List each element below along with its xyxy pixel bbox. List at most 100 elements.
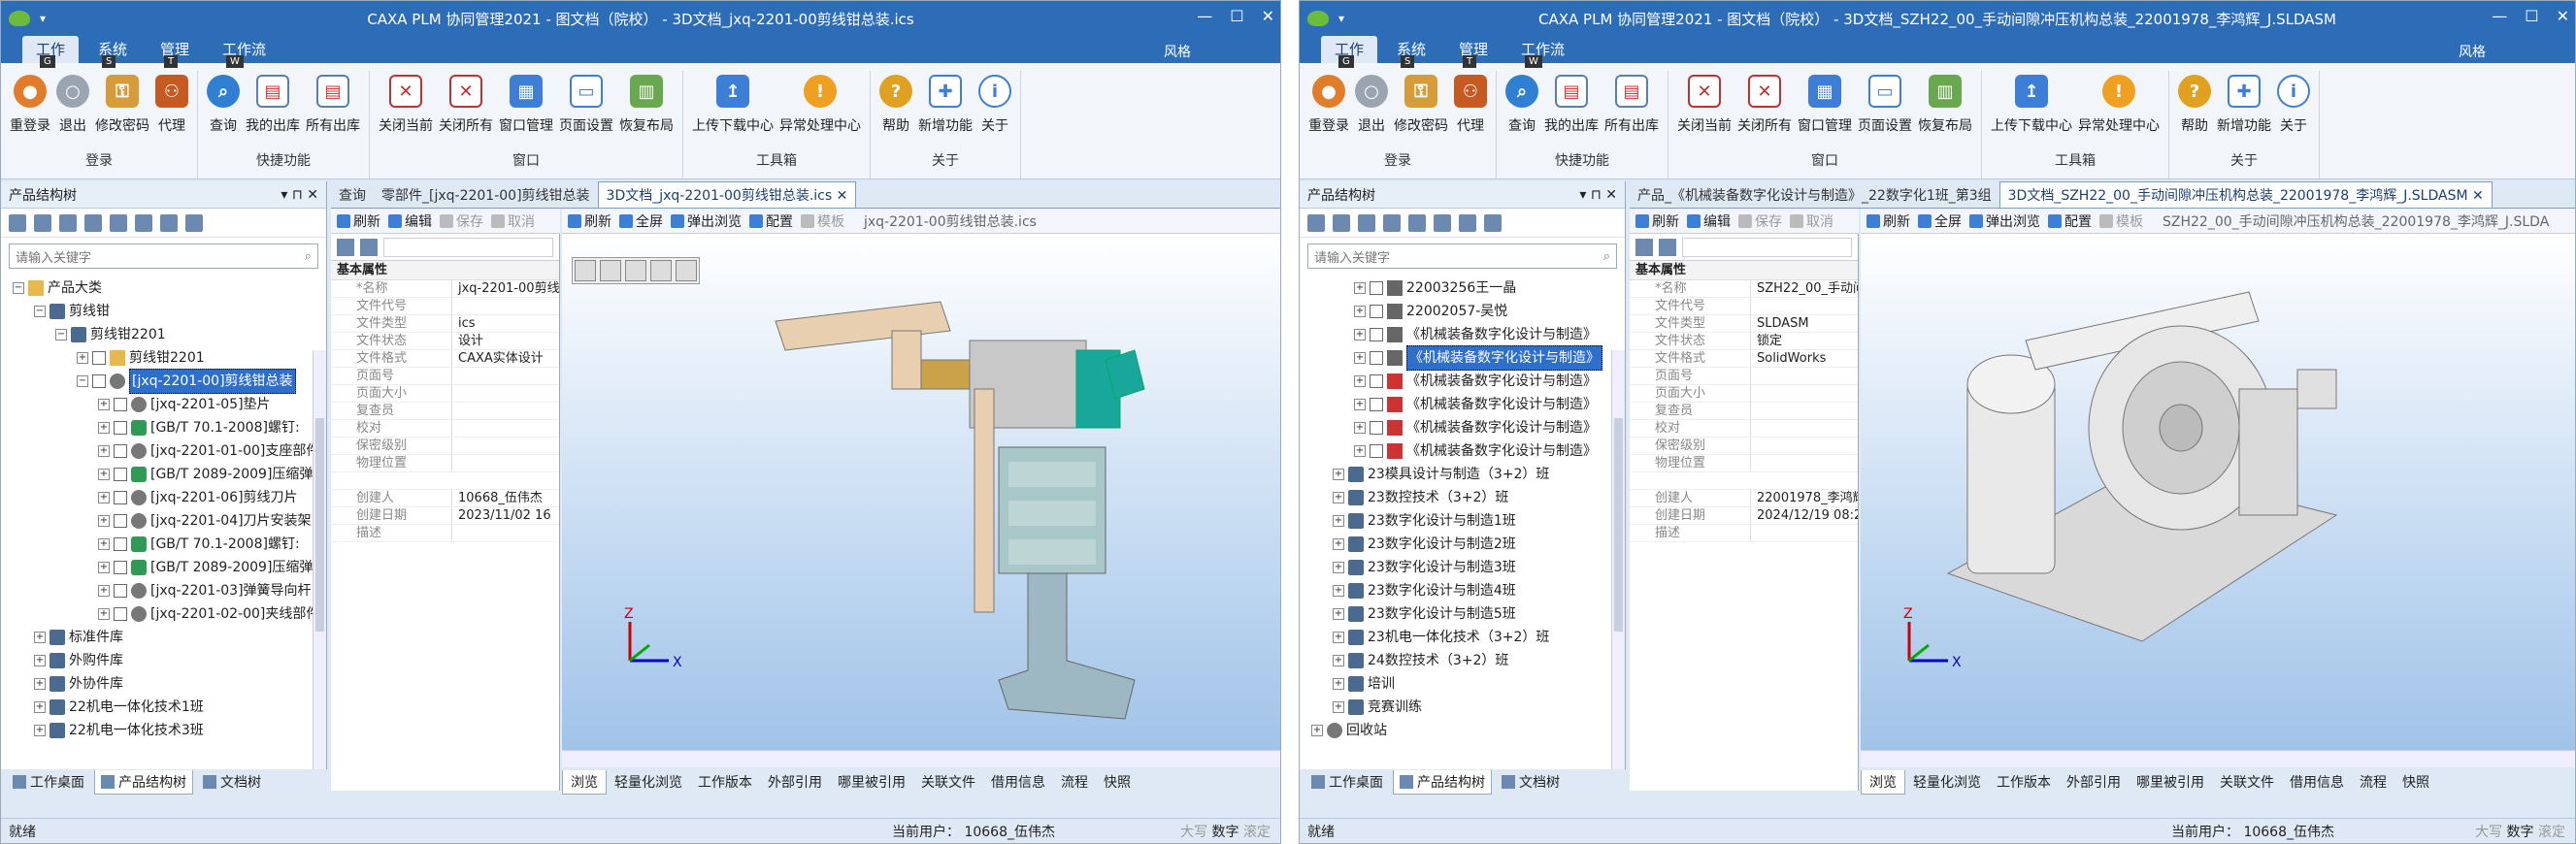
- tree-node[interactable]: +22机电一体化技术3班: [5, 719, 326, 740]
- expand-toggle-icon[interactable]: +: [98, 515, 110, 527]
- ribbon-button-2-3[interactable]: ▭ 页面设置: [1855, 71, 1915, 146]
- tree-tool-icon[interactable]: [1383, 213, 1401, 232]
- viewer-button-3[interactable]: 配置: [2048, 211, 2092, 231]
- property-row[interactable]: 文件状态 锁定: [1630, 333, 1858, 350]
- tree-node[interactable]: +23模具设计与制造（3+2）班: [1304, 463, 1625, 486]
- ribbon-button-3-0[interactable]: ↥ 上传下载中心: [1988, 71, 2075, 146]
- property-row[interactable]: 复查员: [1630, 403, 1858, 420]
- tree-node[interactable]: + 外购件库: [5, 649, 326, 672]
- expand-toggle-icon[interactable]: −: [55, 329, 67, 341]
- property-row[interactable]: 复查员: [331, 403, 559, 420]
- expand-toggle-icon[interactable]: −: [13, 282, 24, 294]
- expand-toggle-icon[interactable]: +: [1333, 632, 1344, 643]
- ribbon-button-4-2[interactable]: i 关于: [975, 71, 1014, 146]
- expand-toggle-icon[interactable]: +: [77, 352, 88, 364]
- property-row[interactable]: 描述: [331, 525, 559, 542]
- view-tool-icon[interactable]: [575, 260, 596, 281]
- tree-node[interactable]: + 外协件库: [5, 672, 326, 696]
- viewer-button-0[interactable]: 刷新: [568, 211, 611, 231]
- tree-node[interactable]: − 产品大类: [5, 276, 326, 300]
- ribbon-tab-0[interactable]: 工作 G: [22, 36, 80, 68]
- tree-node[interactable]: − 剪线钳2201: [5, 323, 326, 346]
- tree-search-input[interactable]: 请输入关键字 ⌕: [1307, 243, 1617, 269]
- ribbon-tab-1[interactable]: 系统 S: [1383, 36, 1439, 68]
- categorized-icon[interactable]: [1635, 238, 1653, 256]
- checkbox[interactable]: [114, 468, 127, 481]
- property-row[interactable]: 校对: [1630, 420, 1858, 438]
- expand-toggle-icon[interactable]: +: [1311, 725, 1323, 736]
- property-row[interactable]: 校对: [331, 420, 559, 438]
- expand-toggle-icon[interactable]: +: [98, 538, 110, 550]
- tree-tool-icon[interactable]: [84, 213, 102, 232]
- checkbox[interactable]: [114, 607, 127, 621]
- expand-toggle-icon[interactable]: +: [1333, 608, 1344, 620]
- ribbon-button-0-0[interactable]: ● 重登录: [1305, 71, 1352, 146]
- ribbon-button-4-1[interactable]: ✚ 新增功能: [915, 71, 975, 146]
- categorized-icon[interactable]: [337, 238, 354, 256]
- view-tool-icon[interactable]: [600, 260, 621, 281]
- expand-toggle-icon[interactable]: +: [1354, 329, 1366, 341]
- ribbon-button-2-1[interactable]: ✕ 关闭所有: [436, 71, 496, 146]
- expand-toggle-icon[interactable]: +: [1354, 422, 1366, 434]
- viewer-hscrollbar[interactable]: [1861, 750, 2575, 767]
- tree-node[interactable]: + [jxq-2201-01-00]支座部件: [5, 439, 326, 463]
- search-icon[interactable]: ⌕: [305, 249, 312, 264]
- expand-toggle-icon[interactable]: +: [1354, 399, 1366, 410]
- property-row[interactable]: 页面号: [1630, 368, 1858, 385]
- tree-node[interactable]: + 《机械装备数字化设计与制造》: [1304, 416, 1625, 439]
- tree-node[interactable]: + 《机械装备数字化设计与制造》: [1304, 345, 1625, 371]
- tree-node[interactable]: +22002057-吴悦: [1304, 300, 1625, 323]
- viewer-tab-0[interactable]: 浏览: [1861, 769, 1905, 795]
- viewer-tab-2[interactable]: 工作版本: [690, 770, 760, 794]
- checkbox[interactable]: [1370, 305, 1383, 318]
- viewer-button-3[interactable]: 配置: [749, 211, 793, 231]
- style-menu[interactable]: 风格: [2459, 42, 2486, 61]
- tree-node[interactable]: − 剪线钳: [5, 300, 326, 323]
- checkbox[interactable]: [1370, 328, 1383, 341]
- sort-az-icon[interactable]: [360, 238, 378, 256]
- tree-node[interactable]: + [jxq-2201-05]垫片: [5, 393, 326, 416]
- expand-toggle-icon[interactable]: +: [1333, 562, 1344, 573]
- prop-button-0[interactable]: 刷新: [337, 211, 380, 231]
- prop-button-2[interactable]: 保存: [1738, 211, 1782, 231]
- viewer-tab-0[interactable]: 浏览: [562, 769, 607, 795]
- tree-tool-icon[interactable]: [34, 213, 51, 232]
- property-row[interactable]: 页面号: [331, 368, 559, 385]
- ribbon-tab-1[interactable]: 系统 S: [84, 36, 141, 68]
- tab-close-icon[interactable]: ✕: [832, 188, 848, 204]
- expand-toggle-icon[interactable]: +: [1333, 678, 1344, 690]
- property-row[interactable]: 描述: [1630, 525, 1858, 542]
- checkbox[interactable]: [1370, 374, 1383, 388]
- tree-node[interactable]: + 回收站: [1304, 719, 1625, 740]
- checkbox[interactable]: [1370, 398, 1383, 411]
- tree-tool-icon[interactable]: [1434, 213, 1451, 232]
- viewer-button-1[interactable]: 全屏: [1918, 211, 1962, 231]
- document-tab-0[interactable]: 查询: [331, 182, 374, 208]
- prop-button-3[interactable]: 取消: [491, 211, 535, 231]
- checkbox[interactable]: [114, 491, 127, 504]
- ribbon-button-3-0[interactable]: ↥ 上传下载中心: [689, 71, 776, 146]
- tree-node[interactable]: + 《机械装备数字化设计与制造》: [1304, 439, 1625, 463]
- expand-toggle-icon[interactable]: +: [1354, 352, 1366, 364]
- property-row[interactable]: 文件代号: [1630, 298, 1858, 315]
- ribbon-button-2-2[interactable]: ▦ 窗口管理: [1795, 71, 1855, 146]
- tree-node[interactable]: + 培训: [1304, 672, 1625, 696]
- property-row[interactable]: 文件类型 ics: [331, 315, 559, 333]
- viewer-button-2[interactable]: 弹出浏览: [1969, 211, 2040, 231]
- document-tab-2[interactable]: 3D文档_jxq-2201-00剪线钳总装.ics ✕: [597, 181, 857, 208]
- viewer-tab-8[interactable]: 快照: [2394, 770, 2437, 794]
- tree-node[interactable]: +22003256王一晶: [1304, 276, 1625, 300]
- ribbon-tab-2[interactable]: 管理 T: [147, 36, 203, 68]
- viewer-tab-1[interactable]: 轻量化浏览: [607, 770, 690, 794]
- viewer-tab-4[interactable]: 哪里被引用: [830, 770, 913, 794]
- search-icon[interactable]: ⌕: [1603, 249, 1610, 264]
- ribbon-button-0-1[interactable]: ○ 退出: [1352, 71, 1391, 146]
- tree-node[interactable]: − [jxq-2201-00]剪线钳总装: [5, 369, 326, 394]
- prop-button-1[interactable]: 编辑: [388, 211, 432, 231]
- ribbon-button-1-0[interactable]: ⌕ 查询: [204, 71, 243, 146]
- expand-toggle-icon[interactable]: +: [98, 608, 110, 620]
- property-row[interactable]: 创建日期 2024/12/19 08:23: [1630, 507, 1858, 525]
- ribbon-button-4-0[interactable]: ? 帮助: [876, 71, 915, 146]
- viewer-button-1[interactable]: 全屏: [619, 211, 663, 231]
- tree-node[interactable]: +24数控技术（3+2）班: [1304, 649, 1625, 672]
